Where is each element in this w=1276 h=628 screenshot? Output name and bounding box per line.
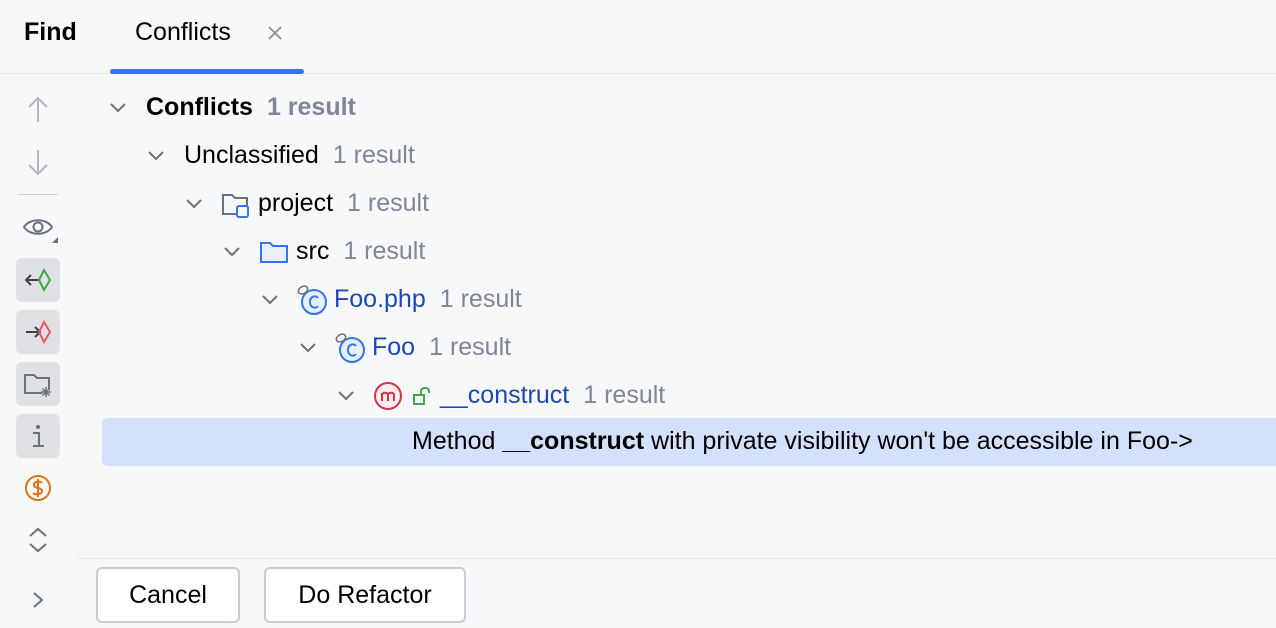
project-label: project (258, 189, 334, 217)
file-label: Foo.php (334, 285, 426, 313)
chevron-down-icon[interactable] (146, 146, 166, 166)
class-count: 1 result (429, 333, 512, 361)
tree-root-label: Conflicts (146, 93, 253, 121)
message-prefix: Method (412, 427, 503, 455)
tab-bar: Find Conflicts (0, 0, 1276, 74)
tree-row-foo-class[interactable]: Foo 1 result (78, 324, 1276, 372)
close-icon[interactable] (264, 22, 286, 44)
tree-root-count: 1 result (266, 93, 356, 121)
expand-collapse-icon (29, 527, 47, 553)
dialog-button-bar: Cancel Do Refactor (78, 558, 1276, 628)
method-label: __construct (440, 381, 570, 409)
arrow-up-icon (28, 96, 48, 122)
src-label: src (296, 237, 330, 265)
view-options-button[interactable] (16, 206, 60, 250)
method-icon (374, 382, 402, 410)
show-exports-button[interactable] (16, 310, 60, 354)
tree-row-unclassified[interactable]: Unclassified 1 result (78, 132, 1276, 180)
chevron-down-icon[interactable] (260, 290, 280, 310)
info-icon (33, 425, 44, 447)
show-imports-button[interactable] (16, 258, 60, 302)
unclassified-count: 1 result (332, 141, 415, 169)
conflicts-tool-window: Find Conflicts Conflicts 1 result Unclas… (0, 0, 1276, 628)
tab-conflicts[interactable]: Conflicts (110, 0, 304, 74)
tree-row-foo-php[interactable]: Foo.php 1 result (78, 276, 1276, 324)
chevron-right-icon[interactable] (28, 588, 48, 612)
expand-collapse-button[interactable] (16, 518, 60, 562)
cancel-button[interactable]: Cancel (96, 567, 240, 623)
info-button[interactable] (16, 414, 60, 458)
dollar-icon (25, 475, 51, 501)
tree-row-src[interactable]: src 1 result (78, 228, 1276, 276)
chevron-down-icon[interactable] (298, 338, 318, 358)
tab-find[interactable]: Find (24, 18, 77, 47)
tab-conflicts-label: Conflicts (135, 18, 231, 46)
source-folder-icon (260, 242, 288, 263)
chevron-down-icon[interactable] (108, 98, 128, 118)
class-icon (335, 333, 365, 363)
class-label: Foo (372, 333, 416, 361)
chevron-down-icon[interactable] (184, 194, 204, 214)
unlocked-padlock-icon (413, 387, 430, 405)
toolbar-separator (18, 194, 58, 195)
folder-settings-icon (24, 374, 51, 397)
export-icon (26, 319, 52, 345)
dollar-button[interactable] (16, 466, 60, 510)
previous-occurrence-button[interactable] (16, 88, 60, 132)
file-count: 1 result (439, 285, 522, 313)
import-icon (24, 267, 52, 293)
conflict-message: Method __construct with private visibili… (412, 427, 1193, 456)
project-count: 1 result (347, 189, 430, 217)
chevron-down-icon[interactable] (222, 242, 242, 262)
next-occurrence-button[interactable] (16, 140, 60, 184)
eye-icon (22, 219, 58, 243)
side-toolbar (0, 74, 78, 628)
chevron-down-icon[interactable] (336, 386, 356, 406)
method-count: 1 result (583, 381, 666, 409)
conflicts-tree: Conflicts 1 result Unclassified 1 result p… (78, 74, 1276, 558)
do-refactor-button[interactable]: Do Refactor (264, 567, 466, 623)
message-suffix: with private visibility won't be accessi… (644, 427, 1193, 455)
arrow-down-icon (28, 150, 48, 176)
php-class-file-icon (297, 285, 327, 315)
project-folder-icon (222, 194, 249, 218)
tree-row-conflicts[interactable]: Conflicts 1 result (78, 84, 1276, 132)
tree-row-construct[interactable]: __construct 1 result (78, 372, 1276, 420)
message-method-name: __construct (502, 427, 645, 455)
src-count: 1 result (343, 237, 426, 265)
unclassified-label: Unclassified (184, 141, 319, 169)
tree-row-project[interactable]: project 1 result (78, 180, 1276, 228)
group-by-directory-button[interactable] (16, 362, 60, 406)
